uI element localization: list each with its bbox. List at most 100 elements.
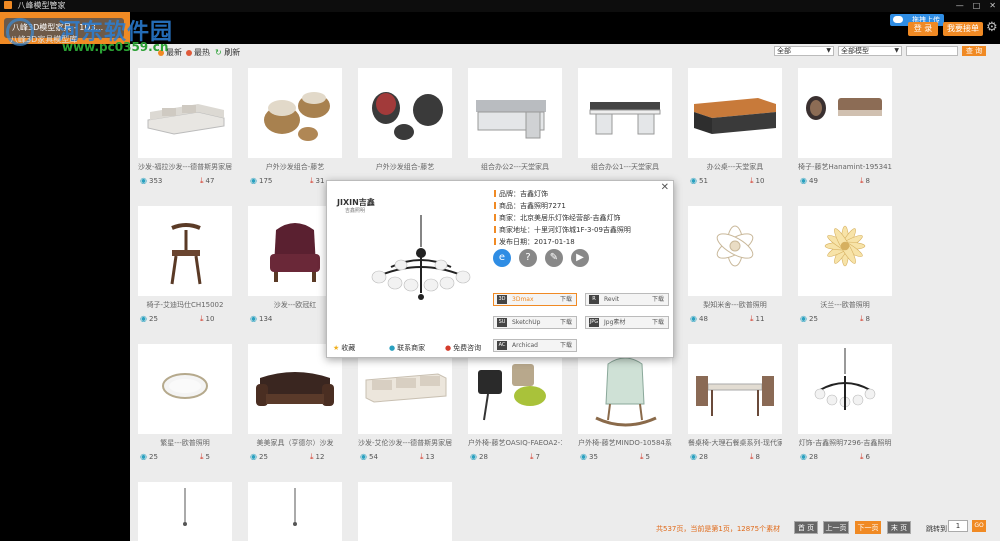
model-name: 户外椅-藤艺MINDO-10584系 bbox=[578, 439, 672, 447]
info-row: 发布日期：2017-01-18 bbox=[494, 237, 575, 247]
model-name: 户外椅-藤艺OASIQ-FAEOA2-1 bbox=[468, 439, 562, 447]
favorite-button[interactable]: ★ 收藏 bbox=[333, 343, 355, 353]
chandelier-preview-image[interactable] bbox=[351, 213, 491, 313]
last-page-button[interactable]: 末 页 bbox=[887, 521, 911, 534]
model-card[interactable]: 沙发-福拉沙发---德普斯男家居 ◉ 353 ⤓ 47 bbox=[138, 68, 232, 192]
view-count: ◉ 49 bbox=[800, 176, 818, 185]
window-title: 八峰模型管家 bbox=[17, 1, 66, 10]
free-consult-button[interactable]: ● 免费咨询 bbox=[445, 343, 481, 353]
download-count: ⤓ 8 bbox=[750, 452, 761, 461]
download-count: ⤓ 12 bbox=[310, 452, 325, 461]
model-card[interactable]: 沃兰---欧普照明 ◉ 25 ⤓ 8 bbox=[798, 206, 892, 330]
search-button[interactable]: 查 询 bbox=[962, 46, 986, 56]
next-page-button[interactable]: 下一页 bbox=[855, 521, 881, 534]
model-thumbnail[interactable] bbox=[468, 68, 562, 158]
format-download-button[interactable]: R Revit 下载 bbox=[585, 293, 669, 306]
watermark-url: www.pc0359.cn bbox=[62, 40, 169, 54]
download-icon: ⤓ bbox=[530, 452, 534, 461]
model-card[interactable]: 梨知米舍---欧普照明 ◉ 48 ⤓ 11 bbox=[688, 206, 782, 330]
model-thumbnail[interactable] bbox=[798, 68, 892, 158]
model-card[interactable]: 餐桌椅-大理石餐桌系列-现代家 ◉ 28 ⤓ 8 bbox=[688, 344, 782, 468]
popup-close-icon[interactable]: ✕ bbox=[661, 182, 669, 193]
eye-icon: ◉ bbox=[140, 452, 147, 461]
model-name: 组合办公1---天堂家具 bbox=[590, 163, 660, 171]
video-icon[interactable]: ▶ bbox=[571, 249, 589, 267]
model-name: 沃兰---欧普照明 bbox=[820, 301, 870, 309]
page-number-input[interactable]: 1 bbox=[948, 520, 968, 532]
model-card[interactable]: 美美家具（亨德尔）沙发 ◉ 25 ⤓ 12 bbox=[248, 344, 342, 468]
contact-merchant-button[interactable]: ● 联系商家 bbox=[389, 343, 425, 353]
model-card[interactable]: 沙发-艾伦沙发---德普斯男家居 ◉ 54 ⤓ 13 bbox=[358, 344, 452, 468]
ie-browser-icon[interactable]: e bbox=[493, 249, 511, 267]
close-button[interactable]: ✕ bbox=[989, 0, 996, 12]
model-thumbnail[interactable] bbox=[138, 344, 232, 434]
help-icon[interactable]: ? bbox=[519, 249, 537, 267]
model-thumbnail[interactable] bbox=[798, 344, 892, 434]
model-card[interactable]: 组合办公1---天堂家具 bbox=[578, 68, 672, 192]
model-card[interactable]: 灯饰-吉鑫照明7296-吉鑫照明 ◉ 28 ⤓ 6 bbox=[798, 344, 892, 468]
model-thumbnail[interactable] bbox=[688, 68, 782, 158]
download-count: ⤓ 11 bbox=[750, 314, 765, 323]
model-card[interactable]: 组合办公2---天堂家具 bbox=[468, 68, 562, 192]
download-label: 下载 bbox=[559, 319, 572, 326]
model-thumbnail[interactable] bbox=[358, 482, 452, 541]
search-input[interactable] bbox=[906, 46, 958, 56]
category-select[interactable]: 全部 ▼ bbox=[774, 46, 834, 56]
info-row: 品牌：吉鑫灯饰 bbox=[494, 189, 548, 199]
maximize-button[interactable]: □ bbox=[973, 0, 981, 12]
contact-icon: ● bbox=[389, 344, 396, 352]
format-download-button[interactable]: AC Archicad 下载 bbox=[493, 339, 577, 352]
model-card[interactable]: 户外沙发组合-藤艺 bbox=[358, 68, 452, 192]
format-download-button[interactable]: SU SketchUp 下载 bbox=[493, 316, 577, 329]
order-button[interactable]: 我要接单 bbox=[943, 22, 983, 36]
format-download-button[interactable]: 3D 3Dmax 下载 bbox=[493, 293, 577, 306]
view-count: ◉ 25 bbox=[140, 452, 158, 461]
minimize-button[interactable]: — bbox=[956, 0, 964, 12]
model-thumbnail[interactable] bbox=[358, 68, 452, 158]
view-count: ◉ 353 bbox=[140, 176, 163, 185]
model-thumbnail[interactable] bbox=[248, 68, 342, 158]
refresh-icon: ↻ bbox=[215, 48, 222, 57]
model-thumbnail[interactable] bbox=[138, 206, 232, 296]
eye-icon: ◉ bbox=[250, 452, 257, 461]
view-count: ◉ 28 bbox=[800, 452, 818, 461]
go-button[interactable]: GO bbox=[972, 520, 986, 532]
format-icon: SU bbox=[497, 318, 507, 327]
model-card[interactable]: 户外椅-藤艺OASIQ-FAEOA2-1 ◉ 28 ⤓ 7 bbox=[468, 344, 562, 468]
model-card[interactable]: 椅子-藤艺Hanamint-195341系 ◉ 49 ⤓ 8 bbox=[798, 68, 892, 192]
download-icon: ⤓ bbox=[750, 176, 754, 185]
model-card[interactable] bbox=[138, 482, 232, 541]
format-name: Jpg素材 bbox=[604, 319, 626, 326]
edit-icon[interactable]: ✎ bbox=[545, 249, 563, 267]
first-page-button[interactable]: 首 页 bbox=[794, 521, 818, 534]
model-card[interactable] bbox=[248, 482, 342, 541]
model-card[interactable]: 户外沙发组合-藤艺 ◉ 175 ⤓ 31 bbox=[248, 68, 342, 192]
model-thumbnail[interactable] bbox=[688, 344, 782, 434]
model-thumbnail[interactable] bbox=[248, 482, 342, 541]
model-card[interactable] bbox=[358, 482, 452, 541]
category-select-value: 全部 bbox=[777, 47, 791, 55]
format-icon: R bbox=[589, 295, 599, 304]
model-name: 办公桌---天堂家具 bbox=[706, 163, 764, 171]
model-card[interactable]: 办公桌---天堂家具 ◉ 51 ⤓ 10 bbox=[688, 68, 782, 192]
model-thumbnail[interactable] bbox=[578, 68, 672, 158]
model-name: 繁星---欧普照明 bbox=[160, 439, 210, 447]
model-thumbnail[interactable] bbox=[138, 68, 232, 158]
eye-icon: ◉ bbox=[800, 176, 807, 185]
view-count: ◉ 25 bbox=[250, 452, 268, 461]
settings-gear-icon[interactable]: ⚙ bbox=[986, 20, 998, 35]
refresh-button[interactable]: ↻ 刷新 bbox=[215, 47, 240, 58]
sort-hottest[interactable]: 最热 bbox=[186, 47, 210, 58]
model-card[interactable]: 椅子-艾迪玛仕CH15002 ◉ 25 ⤓ 10 bbox=[138, 206, 232, 330]
model-card[interactable]: 繁星---欧普照明 ◉ 25 ⤓ 5 bbox=[138, 344, 232, 468]
model-thumbnail[interactable] bbox=[688, 206, 782, 296]
format-download-button[interactable]: JPG Jpg素材 下载 bbox=[585, 316, 669, 329]
download-count: ⤓ 6 bbox=[860, 452, 871, 461]
model-thumbnail[interactable] bbox=[138, 482, 232, 541]
prev-page-button[interactable]: 上一页 bbox=[823, 521, 849, 534]
model-card[interactable]: 户外椅-藤艺MINDO-10584系 ◉ 35 ⤓ 5 bbox=[578, 344, 672, 468]
eye-icon: ◉ bbox=[140, 176, 147, 185]
login-button[interactable]: 登 录 bbox=[908, 22, 938, 36]
model-thumbnail[interactable] bbox=[798, 206, 892, 296]
model-type-select[interactable]: 全部模型 ▼ bbox=[838, 46, 902, 56]
